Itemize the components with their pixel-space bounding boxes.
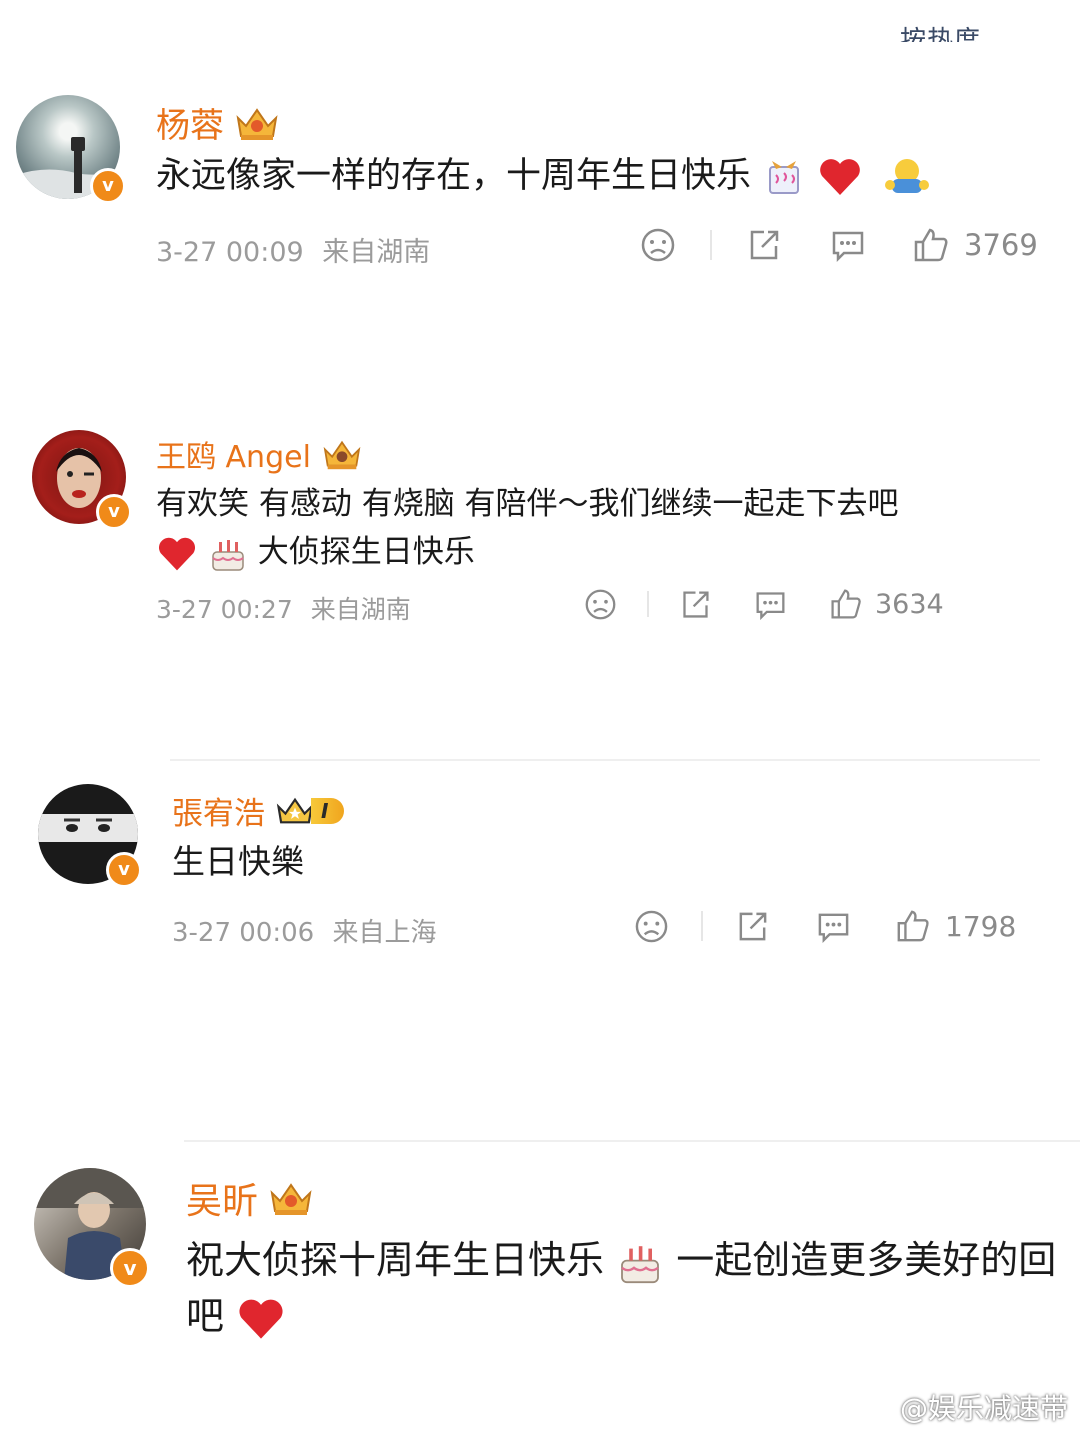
share-icon [750,230,779,260]
action-separator [701,911,703,941]
thumbs-up-icon [831,589,861,619]
celebration-icon [769,161,800,194]
comment-text: 有欢笑 有感动 有烧脑 有陪伴～我们继续一起走下去吧 大侦探生日快乐 [156,482,899,574]
comment-meta: 3-27 00:06 来自上海 [172,912,436,949]
commenter-name[interactable]: 吴昕 [186,1172,314,1224]
crown-icon [236,107,278,140]
action-separator [710,230,712,260]
crown-icon [276,797,314,823]
like-count: 1798 [945,909,1017,943]
reply-button[interactable] [816,909,851,944]
like-count: 3769 [964,228,1038,262]
level-text: I [321,798,329,823]
share-button[interactable] [679,588,712,621]
like-count: 3634 [875,588,944,620]
comment-text: 祝大侦探十周年生日快乐 一起创造更多美好的回 吧 [186,1232,1056,1344]
reply-button[interactable] [830,227,866,263]
cake-icon [212,539,244,571]
share-button[interactable] [746,227,782,263]
watermark: @娱乐减速带 [858,1387,1068,1427]
comment-meta: 3-27 00:27 来自湖南 [156,590,411,626]
like-button[interactable]: 3769 [912,226,1038,264]
comment-text-line2: 大侦探生日快乐 [257,534,475,570]
comment-text: 永远像家一样的存在，十周年生日快乐 [156,152,932,200]
cake-icon [621,1245,660,1283]
comment-text-content: 永远像家一样的存在，十周年生日快乐 [156,156,752,196]
comment-text-line1-row: 祝大侦探十周年生日快乐 一起创造更多美好的回 [186,1232,1056,1288]
hug-emoji-icon [885,159,930,193]
reply-button[interactable] [754,588,787,621]
sort-label: 按热度 [900,26,982,42]
thumbs-up-icon [914,228,948,262]
comment-text-line2-row: 吧 [186,1288,1056,1344]
like-button[interactable]: 3634 [829,587,944,621]
heart-icon [820,159,861,195]
commenter-name-text: 吴昕 [186,1181,259,1222]
watermark-text: @娱乐减速带 [899,1392,1068,1425]
share-button[interactable] [735,909,770,944]
commenter-name[interactable]: 張宥浩 I [172,788,345,833]
sad-face-icon [635,910,668,942]
commenter-name-text: 杨蓉 [156,106,224,146]
commenter-name[interactable]: 王鸥 Angel [156,432,363,476]
comment-divider [184,1140,1080,1142]
comment-time: 3-27 00:27 [156,595,293,624]
commenter-name-text: 張宥浩 [172,796,265,832]
comment-text: 生日快樂 [172,840,304,884]
verified-v-icon: v [96,494,132,530]
comment-text-content: 生日快樂 [172,842,304,881]
comment-divider [170,759,1040,761]
comment-actions: 3769 [640,226,1038,264]
verified-v-icon: v [110,1248,150,1288]
heart-icon [239,1299,283,1339]
comment-text-line1: 祝大侦探十周年生日快乐 [186,1238,605,1282]
comment-meta: 3-27 00:09 来自湖南 [156,230,430,269]
thumbs-up-icon [897,910,929,942]
dislike-button[interactable] [640,227,676,263]
comment-actions: 3634 [584,587,944,621]
sad-face-icon [585,589,616,619]
comment-icon [756,591,785,620]
verified-v-icon: v [106,852,142,888]
comment-text-line1b: 一起创造更多美好的回 [676,1238,1057,1282]
sort-toggle[interactable]: 按热度 [900,12,1050,42]
dislike-button[interactable] [584,588,617,621]
sad-face-icon [641,228,675,262]
comment-actions: 1798 [634,908,1016,944]
heart-icon [158,537,196,570]
like-button[interactable]: 1798 [895,908,1016,944]
action-separator [647,591,649,617]
comment-icon [832,231,864,263]
share-icon [683,590,709,618]
comment-location: 来自湖南 [310,595,411,624]
share-icon [739,912,767,940]
comment-text-line1: 有欢笑 有感动 有烧脑 有陪伴～我们继续一起走下去吧 [156,486,899,522]
comment-location: 来自上海 [332,918,437,948]
comment-icon [818,913,849,943]
comment-text-line2-row: 大侦探生日快乐 [156,530,899,574]
verified-v-icon: v [90,168,126,204]
dislike-button[interactable] [634,909,669,944]
level-badge: I [275,794,345,828]
comment-time: 3-27 00:09 [156,237,304,268]
comment-time: 3-27 00:06 [172,918,315,948]
comment-text-line2: 吧 [186,1294,225,1338]
commenter-name-text: 王鸥 Angel [156,440,311,475]
commenter-name[interactable]: 杨蓉 [156,98,280,147]
weibo-logo-icon [858,1394,893,1422]
crown-icon [323,440,361,470]
comment-location: 来自湖南 [322,237,431,268]
crown-icon [270,1183,312,1215]
